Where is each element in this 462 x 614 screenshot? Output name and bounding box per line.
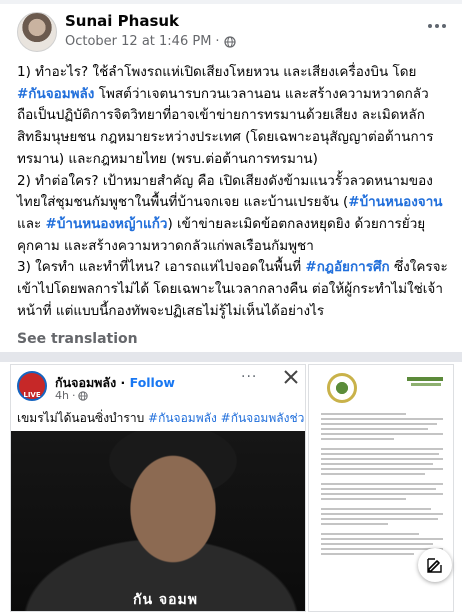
- document-line: [321, 428, 429, 430]
- document-line: [321, 483, 443, 485]
- shared-photo[interactable]: กัน จอมพ: [11, 431, 305, 611]
- document-line: [321, 543, 434, 545]
- shared-hashtag-2[interactable]: #กันจอมพลังช่วยสู้: [221, 411, 305, 425]
- shared-page-name[interactable]: กันจอมพลัง: [55, 375, 116, 390]
- compose-icon: [427, 558, 442, 573]
- post-paragraph: 1) ทำอะไร? ใช้ลำโพงรถแห่เปิดเสียงโหยหวน …: [17, 62, 449, 171]
- document-line: [321, 413, 407, 415]
- hashtag-link[interactable]: #บ้านหนองจาน: [348, 194, 442, 210]
- document-line: [321, 453, 440, 455]
- see-translation-link[interactable]: See translation: [17, 331, 138, 347]
- shared-page-avatar[interactable]: LIVE: [17, 371, 47, 401]
- shared-time-text[interactable]: 4h: [55, 389, 69, 402]
- post-text-segment: 3) ใครทำ และทำที่ไหน? เอารถแห่ไปจอดในพื้…: [17, 259, 306, 276]
- document-line: [321, 473, 425, 475]
- globe-icon: [78, 390, 89, 401]
- document-line: [321, 488, 436, 490]
- post-paragraph: 2) ทำต่อใคร? เป้าหมายสำคัญ คือ เปิดเสียง…: [17, 171, 449, 258]
- document-line: [321, 553, 414, 555]
- shared-post-card[interactable]: LIVE กันจอมพลัง · Follow 4h · ··· เขมรไม…: [10, 364, 306, 612]
- document-line: [321, 423, 437, 425]
- hashtag-link[interactable]: #กฎอัยการศึก: [305, 259, 389, 275]
- post-header: Sunai Phasuk October 12 at 1:46 PM ·: [0, 4, 462, 60]
- document-line: [321, 493, 443, 495]
- document-line: [321, 448, 443, 450]
- post-meta: October 12 at 1:46 PM ·: [65, 34, 236, 49]
- shared-caption-text: เขมรไม่ได้นอนซิ่งบำราบ: [17, 411, 149, 425]
- vest-lettering: กัน จอมพ: [133, 592, 198, 608]
- document-line: [321, 458, 443, 460]
- more-options-button[interactable]: [424, 16, 450, 36]
- hashtag-link[interactable]: #บ้านหนองหญ้าแก้ว: [46, 216, 168, 232]
- shared-more-icon[interactable]: ···: [241, 369, 257, 385]
- document-line: [321, 548, 443, 550]
- document-line: [321, 468, 443, 470]
- follow-dot: ·: [116, 375, 130, 390]
- globe-icon: [223, 35, 236, 48]
- document-text-lines: [321, 413, 443, 558]
- shared-caption: เขมรไม่ได้นอนซิ่งบำราบ #กันจอมพลัง #กันจ…: [17, 409, 305, 428]
- document-line: [321, 498, 407, 500]
- post-body: 1) ทำอะไร? ใช้ลำโพงรถแห่เปิดเสียงโหยหวน …: [17, 62, 449, 322]
- document-line: [321, 538, 443, 540]
- shared-post-time: 4h ·: [55, 389, 89, 402]
- section-divider: [0, 352, 462, 362]
- author-avatar[interactable]: [17, 12, 57, 52]
- document-line: [321, 508, 431, 510]
- document-line: [321, 533, 419, 535]
- document-header-mark: [407, 377, 443, 381]
- live-badge: LIVE: [23, 391, 41, 399]
- document-line: [321, 438, 395, 440]
- shared-time-separator: ·: [71, 389, 76, 402]
- post-text-segment: และ: [17, 215, 46, 232]
- document-line: [321, 518, 439, 520]
- organization-seal-icon: [327, 373, 357, 403]
- meta-separator: ·: [215, 34, 220, 49]
- document-line: [321, 418, 443, 420]
- post-paragraph: 3) ใครทำ และทำที่ไหน? เอารถแห่ไปจอดในพื้…: [17, 257, 449, 322]
- post-timestamp[interactable]: October 12 at 1:46 PM: [65, 34, 211, 49]
- document-line: [321, 513, 443, 515]
- document-line: [321, 523, 389, 525]
- more-horizontal-icon: [428, 24, 432, 28]
- document-line: [321, 463, 434, 465]
- compose-button[interactable]: [418, 548, 452, 582]
- shared-hashtag-1[interactable]: #กันจอมพลัง: [148, 411, 217, 425]
- close-icon[interactable]: [279, 365, 303, 389]
- document-header-mark-2: [411, 383, 441, 386]
- hashtag-link[interactable]: #กันจอมพลัง: [17, 86, 94, 102]
- post-text-segment: 1) ทำอะไร? ใช้ลำโพงรถแห่เปิดเสียงโหยหวน …: [17, 64, 417, 80]
- follow-button[interactable]: Follow: [130, 375, 175, 390]
- author-name[interactable]: Sunai Phasuk: [65, 12, 179, 30]
- document-line: [321, 433, 443, 435]
